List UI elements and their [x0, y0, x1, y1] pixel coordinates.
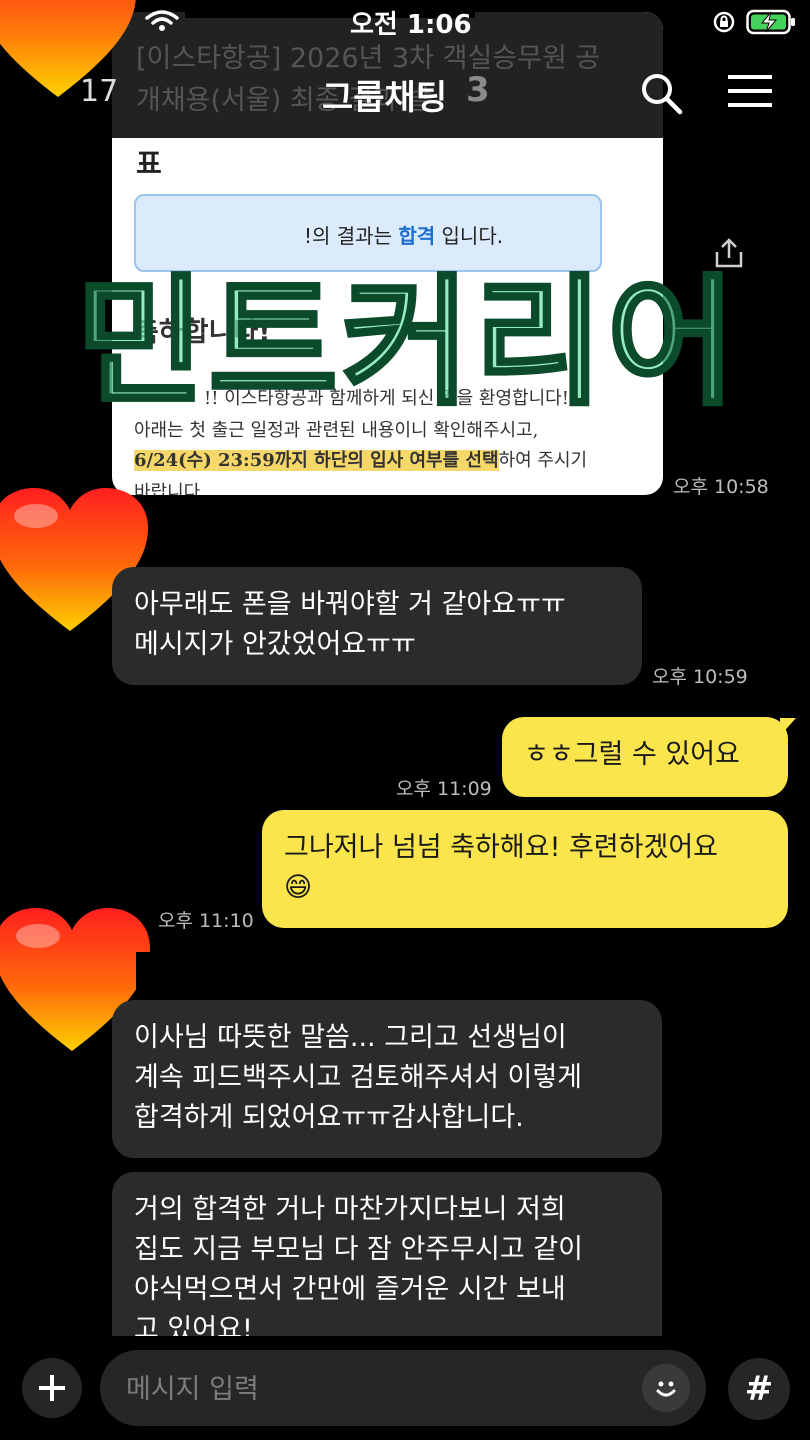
emoji-button[interactable]: [642, 1364, 690, 1412]
status-time: 오전 1:06: [350, 10, 472, 40]
message-line: 거의 합격한 거나 마찬가지다보니 저희: [134, 1194, 566, 1225]
message-input[interactable]: [124, 1368, 628, 1410]
message-time: 오후 10:58: [673, 476, 769, 498]
message-line: 고 있어요!: [134, 1314, 253, 1336]
chat-title: 그룹채팅: [322, 78, 448, 118]
message-line: 합격하게 되었어요ㅠㅠ감사합니다.: [134, 1102, 524, 1133]
message-line: 그나저나 넘넘 축하해요! 후련하겠어요: [284, 832, 719, 863]
rotation-lock-icon: [713, 11, 735, 33]
plus-icon: [39, 1375, 65, 1401]
emoji-icon: [656, 1381, 676, 1397]
battery-charging-icon: [746, 9, 795, 35]
message-input-field[interactable]: [100, 1350, 706, 1426]
search-icon[interactable]: [638, 70, 684, 116]
wifi-icon: [145, 10, 179, 31]
message-line: ㅎㅎ그럴 수 있어요: [524, 739, 740, 770]
message-line: 아무래도 폰을 바꿔야할 거 같아요ㅠㅠ: [134, 589, 566, 620]
deadline-highlight: 6/24(수) 23:59까지 하단의 입사 여부를 선택: [134, 450, 499, 471]
message-line: 집도 지금 부모님 다 잠 안주무시고 같이: [134, 1234, 583, 1265]
deadline-suffix: 하여 주시기: [498, 450, 588, 471]
message-time: 오후 11:09: [396, 778, 492, 800]
my-message-bubble[interactable]: 그나저나 넘넘 축하해요! 후련하겠어요 😄: [262, 810, 788, 928]
message-bubble[interactable]: 이사님 따뜻한 말씀... 그리고 선생님이 계속 피드백주시고 검토해주셔서 …: [112, 1000, 662, 1158]
message-line: 이사님 따뜻한 말씀... 그리고 선생님이: [134, 1022, 567, 1053]
message-line: 메시지가 안갔었어요ㅠㅠ: [134, 629, 416, 660]
card-title-end: 표: [136, 147, 162, 180]
member-count: 3: [466, 70, 490, 110]
message-bubble[interactable]: 거의 합격한 거나 마찬가지다보니 저희 집도 지금 부모님 다 잠 안주무시고…: [112, 1172, 662, 1336]
my-message-bubble[interactable]: ㅎㅎ그럴 수 있어요: [502, 717, 788, 797]
hash-icon[interactable]: #: [728, 1358, 790, 1420]
message-time: 오후 11:10: [158, 910, 254, 932]
deadline-text: 6/24(수) 23:59까지 하단의 입사 여부를 선택하여 주시기: [134, 446, 587, 472]
message-bubble[interactable]: 아무래도 폰을 바꿔야할 거 같아요ㅠㅠ 메시지가 안갔었어요ㅠㅠ: [112, 567, 642, 685]
menu-icon[interactable]: [726, 72, 774, 112]
add-button[interactable]: [22, 1358, 82, 1418]
emoji: 😄: [284, 872, 313, 903]
message-line: 계속 피드백주시고 검토해주셔서 이렇게: [134, 1062, 583, 1093]
heart-icon: [0, 0, 136, 97]
message-time: 오후 10:59: [652, 666, 748, 688]
message-line: 야식먹으면서 간만에 즐거운 시간 보내: [134, 1274, 566, 1305]
bubble-tail: [780, 718, 796, 736]
watermark-text: 민트커리어: [74, 260, 740, 427]
